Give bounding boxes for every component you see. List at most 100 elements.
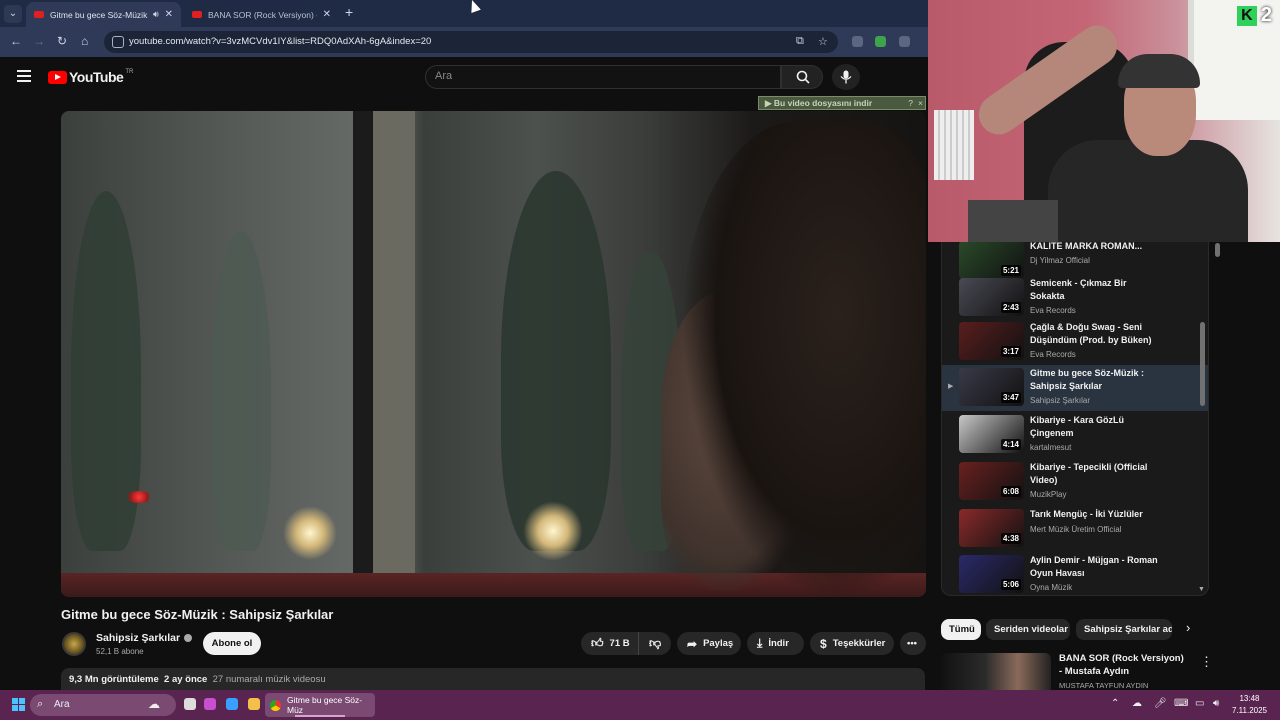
network-icon[interactable]: ▭ xyxy=(1195,698,1204,709)
playlist-item-title[interactable]: Tarık Mengüç - İki Yüzlüler xyxy=(1030,508,1162,521)
playlist-item-channel[interactable]: Mert Müzik Üretim Official xyxy=(1030,525,1121,534)
playlist-thumbnail[interactable]: 2:43 xyxy=(959,278,1024,316)
search-input[interactable] xyxy=(435,70,765,82)
install-app-icon[interactable]: ⧉ xyxy=(796,35,804,48)
playlist-item-title[interactable]: Gitme bu gece Söz-Müzik : Sahipsiz Şarkı… xyxy=(1030,367,1162,393)
thanks-button[interactable]: $ Teşekkürler xyxy=(810,632,894,655)
playlist-item-channel[interactable]: Dj Yilmaz Official xyxy=(1030,256,1090,265)
recommended-channel[interactable]: MUSTAFA TAYFUN AYDIN xyxy=(1059,681,1148,690)
volume-icon[interactable]: 🔊︎ xyxy=(1213,698,1219,709)
close-tab-icon[interactable]: ✕ xyxy=(323,9,331,20)
more-vert-icon[interactable]: ⋮ xyxy=(1200,654,1213,670)
like-button[interactable]: 👍︎ 71 B xyxy=(581,632,639,655)
address-bar[interactable]: youtube.com/watch?v=3vzMCVdv1IY&list=RDQ… xyxy=(104,31,838,53)
windows-start-icon[interactable] xyxy=(12,698,25,711)
youtube-logo[interactable]: YouTube TR xyxy=(48,69,133,85)
playlist-item-current[interactable]: ▶ 3:47 Gitme bu gece Söz-Müzik : Sahipsiz … xyxy=(942,365,1208,411)
playlist-item-title[interactable]: Kibariye - Tepecikli (Official Video) xyxy=(1030,461,1162,487)
playlist-thumbnail[interactable]: 6:08 xyxy=(959,462,1024,500)
reload-icon[interactable]: ↻ xyxy=(57,34,67,48)
more-actions-icon[interactable]: ••• xyxy=(900,632,926,655)
share-button[interactable]: ➦ Paylaş xyxy=(677,632,741,655)
shield-extension-icon[interactable] xyxy=(852,36,863,47)
playlist-item-title[interactable]: KALİTE MARKA ROMAN... xyxy=(1030,242,1162,253)
speaker-icon[interactable]: 🔊︎ xyxy=(153,9,159,20)
cloud-icon[interactable]: ☁ xyxy=(1132,698,1142,709)
playlist-item-title[interactable]: Çağla & Doğu Swag - Seni Düşündüm (Prod.… xyxy=(1030,321,1162,347)
plus-icon[interactable]: + xyxy=(345,4,353,20)
recommended-thumbnail[interactable] xyxy=(941,653,1051,690)
system-clock[interactable]: 13:48 7.11.2025 xyxy=(1232,693,1267,717)
file-explorer-icon[interactable] xyxy=(248,698,260,710)
dislike-button[interactable]: 👎︎ xyxy=(639,632,671,655)
voice-search-button[interactable] xyxy=(832,64,860,90)
playlist-scrollbar[interactable] xyxy=(1200,322,1205,406)
recommended-title[interactable]: BANA SOR (Rock Versiyon) - Mustafa Aydın xyxy=(1059,652,1189,678)
download-video-banner[interactable]: ▶ Bu video dosyasını indir ? × xyxy=(758,96,926,110)
playlist-thumbnail[interactable]: 3:17 xyxy=(959,322,1024,360)
download-button[interactable]: ⤓ İndir xyxy=(747,632,804,655)
forward-arrow-icon[interactable]: → xyxy=(33,34,45,48)
playlist-item-title[interactable]: Kibariye - Kara GözLü Çingenem xyxy=(1030,414,1162,440)
keyboard-icon[interactable]: ⌨ xyxy=(1174,698,1188,709)
playlist-item-channel[interactable]: MuzikPlay xyxy=(1030,490,1066,499)
playlist-item[interactable]: 2:43 Semicenk - Çıkmaz Bir Sokakta Eva Rec… xyxy=(942,275,1208,321)
playlist-item-channel[interactable]: kartalmesut xyxy=(1030,443,1071,452)
playlist-item-channel[interactable]: Oyna Müzik xyxy=(1030,583,1072,592)
playlist-item-channel[interactable]: Eva Records xyxy=(1030,350,1076,359)
extension-icon[interactable] xyxy=(875,36,886,47)
subscribe-button[interactable]: Abone ol xyxy=(203,632,261,655)
tab-current-video[interactable]: Gitme bu gece Söz-Müzik : Sahipsiz Şarkı… xyxy=(26,2,181,27)
playlist-item[interactable]: 4:38 Tarık Mengüç - İki Yüzlüler Mert Müzi… xyxy=(942,506,1208,552)
playlist-thumbnail[interactable]: 5:06 xyxy=(959,555,1024,593)
chip-series[interactable]: Seriden videolar xyxy=(986,619,1070,640)
edge-icon[interactable] xyxy=(226,698,238,710)
taskbar-search[interactable]: ⌕ Ara ☁ xyxy=(30,694,176,716)
playlist-item[interactable]: 3:17 Çağla & Doğu Swag - Seni Düşündüm (P… xyxy=(942,319,1208,365)
playlist-item[interactable]: 4:14 Kibariye - Kara GözLü Çingenem kartal… xyxy=(942,412,1208,458)
chip-channel[interactable]: Sahipsiz Şarkılar adlı xyxy=(1076,619,1172,640)
search-button[interactable] xyxy=(781,65,823,89)
task-view-icon[interactable] xyxy=(184,698,196,710)
playlist-item-channel[interactable]: Eva Records xyxy=(1030,306,1076,315)
extension-icon[interactable] xyxy=(899,36,910,47)
search-box[interactable] xyxy=(425,65,781,89)
playlist-item[interactable]: 6:08 Kibariye - Tepecikli (Official Video… xyxy=(942,459,1208,505)
microphone-icon[interactable]: 🎤︎ xyxy=(1154,698,1167,709)
tab-search-icon[interactable]: ⌄ xyxy=(4,5,22,23)
home-icon[interactable]: ⌂ xyxy=(81,34,88,48)
video-player[interactable] xyxy=(61,111,926,597)
url-text: youtube.com/watch?v=3vzMCVdv1IY&list=RDQ… xyxy=(129,36,432,47)
tab-bana-sor[interactable]: BANA SOR (Rock Versiyon) - Mustafa Aydın… xyxy=(184,2,339,27)
playlist-item-title[interactable]: Aylin Demir - Müjgan - Roman Oyun Havası xyxy=(1030,554,1162,580)
channel-name[interactable]: Sahipsiz Şarkılar xyxy=(96,632,193,644)
copilot-icon[interactable] xyxy=(204,698,216,710)
scrollbar-thumb[interactable] xyxy=(1215,243,1220,257)
youtube-favicon-icon xyxy=(192,11,202,18)
playlist-item-channel[interactable]: Sahipsiz Şarkılar xyxy=(1030,396,1090,405)
duration-badge: 6:08 xyxy=(1000,486,1021,497)
playlist-thumbnail[interactable]: 5:21 xyxy=(959,242,1024,279)
playlist-thumbnail[interactable]: 3:47 xyxy=(959,368,1024,406)
taskbar-chrome-app[interactable]: Gitme bu gece Söz-Müz xyxy=(265,693,375,717)
bookmark-star-icon[interactable]: ☆ xyxy=(818,35,828,48)
chevron-right-icon[interactable]: › xyxy=(1186,620,1190,635)
subscriber-count: 52,1 B abone xyxy=(96,647,144,656)
playlist-item-title[interactable]: Semicenk - Çıkmaz Bir Sokakta xyxy=(1030,277,1162,303)
duration-badge: 4:14 xyxy=(1000,439,1021,450)
channel-avatar[interactable] xyxy=(62,632,86,656)
description-box[interactable]: 9,3 Mn görüntüleme 2 ay önce 27 numaralı… xyxy=(61,668,925,690)
scroll-down-icon[interactable]: ▼ xyxy=(1198,586,1205,593)
close-icon[interactable]: × xyxy=(918,98,923,108)
help-icon[interactable]: ? xyxy=(908,98,913,108)
site-info-icon[interactable] xyxy=(112,36,124,48)
chip-all[interactable]: Tümü xyxy=(941,619,981,640)
playlist-item[interactable]: 5:06 Aylin Demir - Müjgan - Roman Oyun Ha… xyxy=(942,552,1208,595)
download-icon: ⤓ xyxy=(757,636,763,650)
playlist-thumbnail[interactable]: 4:38 xyxy=(959,509,1024,547)
playlist-thumbnail[interactable]: 4:14 xyxy=(959,415,1024,453)
menu-icon[interactable] xyxy=(17,70,31,85)
tray-chevron-icon[interactable]: ⌃ xyxy=(1111,698,1119,709)
close-tab-icon[interactable]: ✕ xyxy=(165,9,173,20)
back-arrow-icon[interactable]: ← xyxy=(10,34,22,48)
